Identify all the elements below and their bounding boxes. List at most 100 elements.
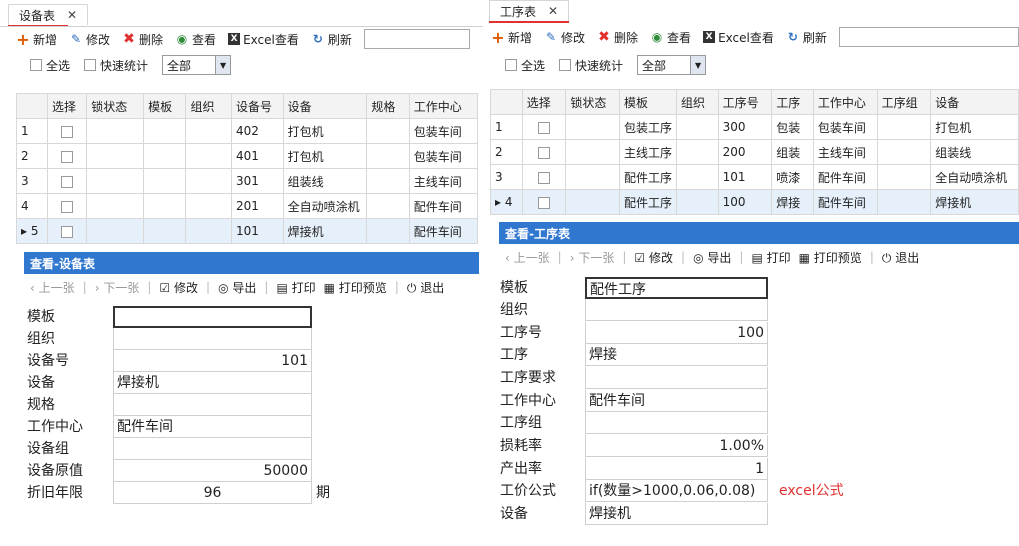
row-number: 2 xyxy=(16,143,48,169)
table-row-selected[interactable]: ▸ 4 配件工序 100 焊接 配件车间 焊接机 xyxy=(490,189,1019,215)
field-value[interactable]: 配件车间 xyxy=(585,390,768,412)
row-checkbox[interactable] xyxy=(61,225,74,238)
select-all-checkbox[interactable]: 全选 xyxy=(30,57,70,74)
table-row[interactable]: 1 包装工序 300 包装 包装车间 打包机 xyxy=(490,114,1019,140)
print-button[interactable]: ▤ 打印 xyxy=(751,249,790,266)
column-header[interactable]: 设备 xyxy=(282,93,368,119)
field-value[interactable]: 焊接机 xyxy=(113,372,312,394)
column-header[interactable]: 锁状态 xyxy=(565,89,620,115)
column-header[interactable]: 工序 xyxy=(771,89,814,115)
column-header[interactable]: 选择 xyxy=(46,93,88,119)
field-value[interactable]: 1 xyxy=(585,458,768,480)
edit-button[interactable]: ✎ 修改 xyxy=(544,29,585,46)
view-button[interactable]: ◉ 查看 xyxy=(650,29,691,46)
column-header[interactable]: 设备 xyxy=(930,89,1019,115)
equipment-name: 焊接机 xyxy=(282,218,368,244)
field-value[interactable] xyxy=(113,394,312,416)
work-center: 包装车间 xyxy=(408,143,479,169)
column-header[interactable]: 设备号 xyxy=(230,93,284,119)
field-value[interactable]: 96 xyxy=(113,482,312,504)
field-value[interactable]: 1.00% xyxy=(585,435,768,457)
field-value[interactable] xyxy=(585,367,768,389)
column-header[interactable]: 工序组 xyxy=(876,89,932,115)
edit-button[interactable]: ✎ 修改 xyxy=(69,31,110,48)
field-value[interactable]: 配件车间 xyxy=(113,416,312,438)
field-value[interactable]: 50000 xyxy=(113,460,312,482)
table-row[interactable]: 3 301 组装线 主线车间 xyxy=(16,168,479,194)
close-icon[interactable]: ✕ xyxy=(548,4,558,18)
search-input[interactable] xyxy=(838,27,1019,47)
exit-button[interactable]: ⏻ 退出 xyxy=(882,249,919,266)
filter-dropdown[interactable]: 全部 ▼ xyxy=(637,55,707,75)
dialog-edit-button[interactable]: ☑ 修改 xyxy=(634,249,673,266)
row-checkbox[interactable] xyxy=(61,200,74,213)
column-header[interactable]: 工作中心 xyxy=(812,89,878,115)
table-row[interactable]: 4 201 全自动喷涂机 配件车间 xyxy=(16,193,479,219)
field-value[interactable]: 100 xyxy=(585,322,768,344)
column-header[interactable]: 选择 xyxy=(521,89,567,115)
add-button[interactable]: + 新增 xyxy=(16,30,57,49)
row-checkbox[interactable] xyxy=(538,121,551,134)
view-button[interactable]: ◉ 查看 xyxy=(175,31,216,48)
field-value[interactable] xyxy=(585,412,768,434)
table-row-selected[interactable]: ▸ 5 101 焊接机 配件车间 xyxy=(16,218,479,244)
row-checkbox[interactable] xyxy=(61,175,74,188)
delete-button[interactable]: ✖ 删除 xyxy=(597,29,638,46)
export-button[interactable]: ◎ 导出 xyxy=(693,249,731,266)
column-header[interactable]: 模板 xyxy=(143,93,187,119)
search-input[interactable] xyxy=(363,29,470,49)
field-value[interactable] xyxy=(585,299,768,321)
tab-process[interactable]: 工序表 ✕ xyxy=(489,0,570,21)
column-header[interactable]: 工序号 xyxy=(717,89,773,115)
delete-x-icon: ✖ xyxy=(598,29,610,45)
add-button[interactable]: + 新增 xyxy=(491,28,532,47)
delete-button[interactable]: ✖ 删除 xyxy=(122,31,163,48)
tab-equipment[interactable]: 设备表 ✕ xyxy=(8,4,89,25)
prev-record-button[interactable]: ‹ 上一张 xyxy=(505,249,550,266)
field-value[interactable]: 配件工序 xyxy=(585,277,768,299)
table-row[interactable]: 2 主线工序 200 组装 主线车间 组装线 xyxy=(490,139,1019,165)
work-center: 主线车间 xyxy=(408,168,479,194)
print-button[interactable]: ▤ 打印 xyxy=(276,279,315,296)
table-row[interactable]: 1 402 打包机 包装车间 xyxy=(16,118,479,144)
row-checkbox[interactable] xyxy=(61,150,74,163)
prev-record-button[interactable]: ‹ 上一张 xyxy=(30,279,75,296)
filter-dropdown[interactable]: 全部 ▼ xyxy=(162,55,232,75)
column-header[interactable]: 组织 xyxy=(185,93,232,119)
field-value[interactable]: 焊接 xyxy=(585,344,768,366)
excel-view-button[interactable]: X Excel查看 xyxy=(228,31,299,48)
refresh-button[interactable]: ↻ 刷新 xyxy=(786,29,827,46)
print-preview-button[interactable]: ▦ 打印预览 xyxy=(799,249,862,266)
column-header[interactable]: 模板 xyxy=(618,89,677,115)
column-header[interactable]: 工作中心 xyxy=(408,93,479,119)
exit-button[interactable]: ⏻ 退出 xyxy=(407,279,444,296)
quick-stats-checkbox[interactable]: 快速统计 xyxy=(559,57,623,74)
quick-stats-checkbox[interactable]: 快速统计 xyxy=(84,57,148,74)
row-checkbox[interactable] xyxy=(538,146,551,159)
column-header[interactable]: 规格 xyxy=(366,93,410,119)
row-checkbox[interactable] xyxy=(538,171,551,184)
dialog-edit-button[interactable]: ☑ 修改 xyxy=(159,279,198,296)
print-preview-button[interactable]: ▦ 打印预览 xyxy=(324,279,387,296)
field-value[interactable] xyxy=(113,438,312,460)
table-row[interactable]: 3 配件工序 101 喷漆 配件车间 全自动喷涂机 xyxy=(490,164,1019,190)
field-value[interactable]: 焊接机 xyxy=(585,503,768,525)
equipment-spec xyxy=(366,143,410,169)
row-checkbox[interactable] xyxy=(61,125,74,138)
field-value[interactable] xyxy=(113,328,312,350)
field-value[interactable]: 101 xyxy=(113,350,312,372)
row-checkbox[interactable] xyxy=(538,196,551,209)
export-button[interactable]: ◎ 导出 xyxy=(218,279,256,296)
equipment-form: 模板 组织 设备号 101 设备 焊接机 规格 工作中心 配件车间 设备组 设备原值 5… xyxy=(27,306,347,512)
next-record-button[interactable]: › 下一张 xyxy=(95,279,140,296)
next-record-button[interactable]: › 下一张 xyxy=(570,249,615,266)
select-all-checkbox[interactable]: 全选 xyxy=(505,57,545,74)
table-row[interactable]: 2 401 打包机 包装车间 xyxy=(16,143,479,169)
excel-view-button[interactable]: X Excel查看 xyxy=(703,29,774,46)
column-header[interactable]: 锁状态 xyxy=(86,93,145,119)
field-value[interactable]: if(数量>1000,0.06,0.08) xyxy=(585,480,768,502)
column-header[interactable]: 组织 xyxy=(675,89,719,115)
refresh-button[interactable]: ↻ 刷新 xyxy=(311,31,352,48)
field-value[interactable] xyxy=(113,306,312,328)
close-icon[interactable]: ✕ xyxy=(67,8,77,22)
